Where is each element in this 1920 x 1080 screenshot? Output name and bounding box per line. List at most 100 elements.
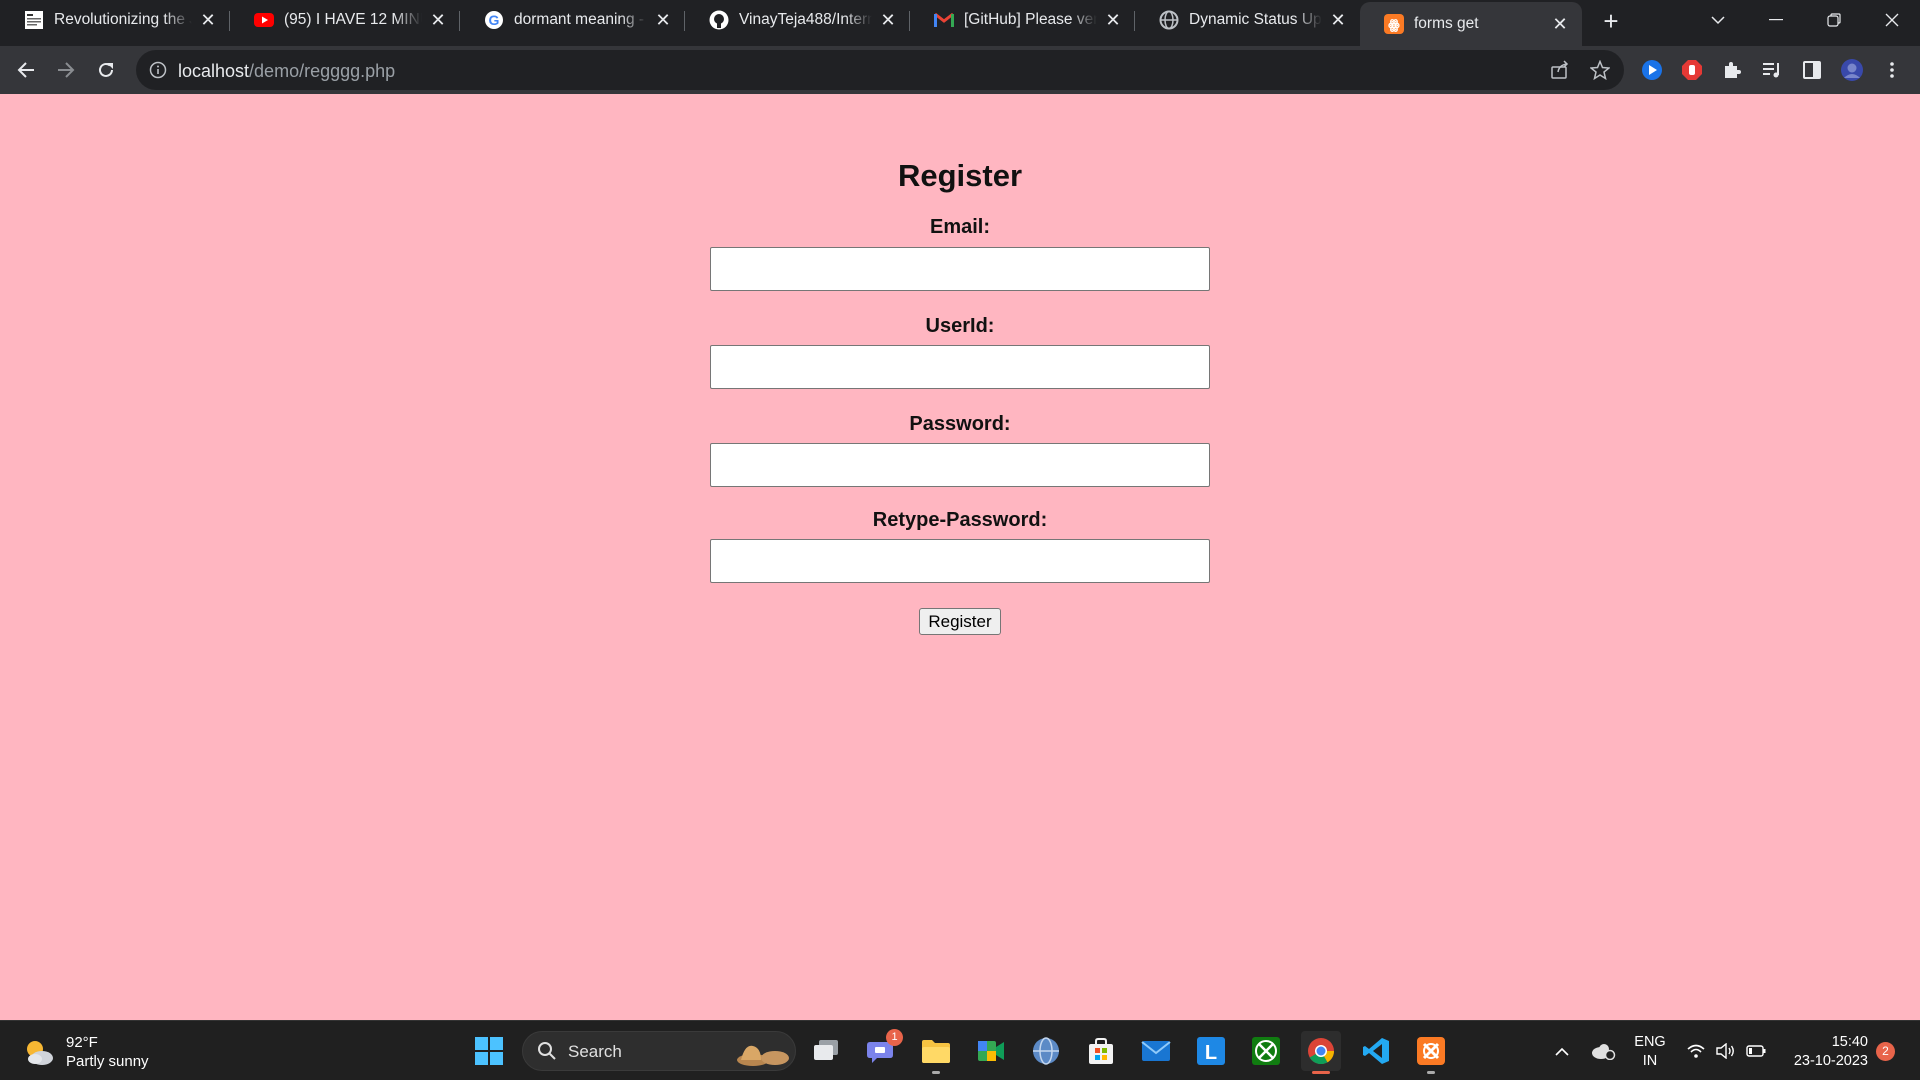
search-label: Search: [568, 1042, 622, 1061]
language-region: IN: [1642, 1053, 1658, 1069]
register-button[interactable]: Register: [919, 608, 1001, 635]
tab-strip: Revolutionizing the Job Market ✕ (95) I …: [0, 0, 1920, 46]
url-text[interactable]: localhost/demo/regggg.php: [178, 61, 395, 82]
bookmark-star-icon[interactable]: [1590, 60, 1610, 80]
restore-button[interactable]: [1806, 0, 1862, 40]
tab-google[interactable]: G dormant meaning - Google Search ✕: [460, 0, 685, 40]
chat-button[interactable]: 1: [861, 1029, 903, 1071]
share-icon[interactable]: [1550, 60, 1570, 80]
search-icon: [538, 1042, 556, 1060]
reading-list-icon[interactable]: [1760, 58, 1784, 82]
volume-tray-button[interactable]: [1714, 1021, 1738, 1080]
info-icon[interactable]: [148, 60, 168, 80]
windows-taskbar: 92°F Partly sunny Search 1 L ENG IN 15:4…: [0, 1020, 1920, 1080]
gmail-favicon-icon: [934, 10, 954, 30]
tab-search-button[interactable]: [1690, 0, 1746, 40]
xampp-favicon-icon: ꙮ: [1384, 14, 1404, 34]
reload-button[interactable]: [88, 52, 124, 88]
tab-title: Dynamic Status Update: [1189, 11, 1322, 28]
close-icon: [1885, 13, 1899, 27]
taskbar-search[interactable]: Search: [522, 1031, 796, 1071]
extension-adblock-icon[interactable]: [1680, 58, 1704, 82]
new-tab-button[interactable]: +: [1596, 6, 1626, 36]
svg-text:G: G: [489, 12, 500, 28]
notification-badge[interactable]: 2: [1876, 1042, 1895, 1061]
close-icon[interactable]: ✕: [1103, 10, 1123, 30]
show-hidden-icons-button[interactable]: [1550, 1021, 1574, 1080]
mail-button[interactable]: [1136, 1031, 1176, 1071]
file-explorer-button[interactable]: [916, 1031, 956, 1074]
page-title: Register: [897, 158, 1023, 193]
extension-video-icon[interactable]: [1640, 58, 1664, 82]
battery-icon: [1746, 1045, 1766, 1057]
retype-password-field[interactable]: [710, 539, 1210, 583]
menu-kebab-icon[interactable]: [1880, 58, 1904, 82]
store-button[interactable]: [1081, 1031, 1121, 1071]
youtube-favicon-icon: [254, 10, 274, 30]
close-icon[interactable]: ✕: [428, 10, 448, 30]
retype-password-label: Retype-Password:: [872, 509, 1048, 531]
wifi-tray-button[interactable]: [1684, 1021, 1708, 1080]
clock[interactable]: 15:40 23-10-2023: [1782, 1033, 1868, 1071]
vscode-icon: [1363, 1038, 1389, 1064]
arrow-right-icon: [58, 62, 75, 78]
tab-title: Revolutionizing the Job Market: [54, 11, 192, 28]
tab-dynamic-status[interactable]: Dynamic Status Update ✕: [1135, 0, 1360, 40]
extensions-puzzle-icon[interactable]: [1720, 58, 1744, 82]
userid-label: UserId:: [925, 315, 995, 337]
weather-condition: Partly sunny: [66, 1053, 149, 1070]
close-icon[interactable]: ✕: [653, 10, 673, 30]
speaker-icon: [1716, 1043, 1734, 1059]
browser-toolbar: localhost/demo/regggg.php: [0, 46, 1920, 94]
partly-sunny-icon: [27, 1041, 53, 1065]
language-code: ENG: [1634, 1034, 1666, 1050]
profile-avatar-icon[interactable]: [1840, 58, 1864, 82]
xampp-button[interactable]: [1411, 1031, 1451, 1074]
folder-icon: [922, 1040, 950, 1063]
xbox-button[interactable]: [1246, 1031, 1286, 1071]
tab-gmail[interactable]: [GitHub] Please verify ✕: [910, 0, 1135, 40]
tab-youtube[interactable]: (95) I HAVE 12 MINUTES ✕: [230, 0, 460, 40]
windows-logo-icon: [475, 1037, 503, 1065]
start-button[interactable]: [469, 1031, 509, 1071]
active-indicator: [1312, 1071, 1330, 1074]
weather-widget[interactable]: 92°F Partly sunny: [22, 1033, 149, 1071]
restore-icon: [1827, 13, 1841, 27]
close-window-button[interactable]: [1864, 0, 1920, 40]
back-button[interactable]: [8, 52, 44, 88]
vscode-button[interactable]: [1356, 1031, 1396, 1071]
url-path: /demo/regggg.php: [249, 61, 396, 81]
chrome-icon: [1308, 1038, 1335, 1065]
launcher-l-button[interactable]: L: [1191, 1031, 1231, 1071]
tab-revolutionizing[interactable]: Revolutionizing the Job Market ✕: [0, 0, 230, 40]
email-field[interactable]: [710, 247, 1210, 291]
side-panel-icon[interactable]: [1800, 58, 1824, 82]
chrome-button[interactable]: [1301, 1031, 1341, 1074]
tab-github[interactable]: VinayTeja488/Internet ✕: [685, 0, 910, 40]
battery-tray-button[interactable]: [1744, 1021, 1768, 1080]
meet-icon: [978, 1041, 1004, 1061]
xampp-icon: [1417, 1037, 1445, 1065]
language-indicator[interactable]: ENG IN: [1630, 1033, 1670, 1071]
close-icon[interactable]: ✕: [1550, 14, 1570, 34]
task-view-button[interactable]: [806, 1031, 846, 1071]
minimize-button[interactable]: [1748, 0, 1804, 40]
onedrive-tray-button[interactable]: [1588, 1021, 1618, 1080]
password-field[interactable]: [710, 443, 1210, 487]
close-icon[interactable]: ✕: [878, 10, 898, 30]
google-favicon-icon: G: [484, 10, 504, 30]
close-icon[interactable]: ✕: [198, 10, 218, 30]
weather-temp: 92°F: [66, 1034, 98, 1051]
store-icon: [1089, 1038, 1113, 1064]
meet-app-button[interactable]: [971, 1031, 1011, 1071]
minimize-icon: [1769, 19, 1783, 21]
chat-badge: 1: [886, 1029, 903, 1046]
tab-forms-get[interactable]: ꙮ forms get ✕: [1360, 2, 1582, 46]
forward-button[interactable]: [48, 52, 84, 88]
address-bar[interactable]: localhost/demo/regggg.php: [136, 50, 1624, 90]
userid-field[interactable]: [710, 345, 1210, 389]
close-icon[interactable]: ✕: [1328, 10, 1348, 30]
reload-icon: [99, 62, 113, 77]
arrow-left-icon: [17, 62, 34, 78]
browser-globe-button[interactable]: [1026, 1031, 1066, 1071]
